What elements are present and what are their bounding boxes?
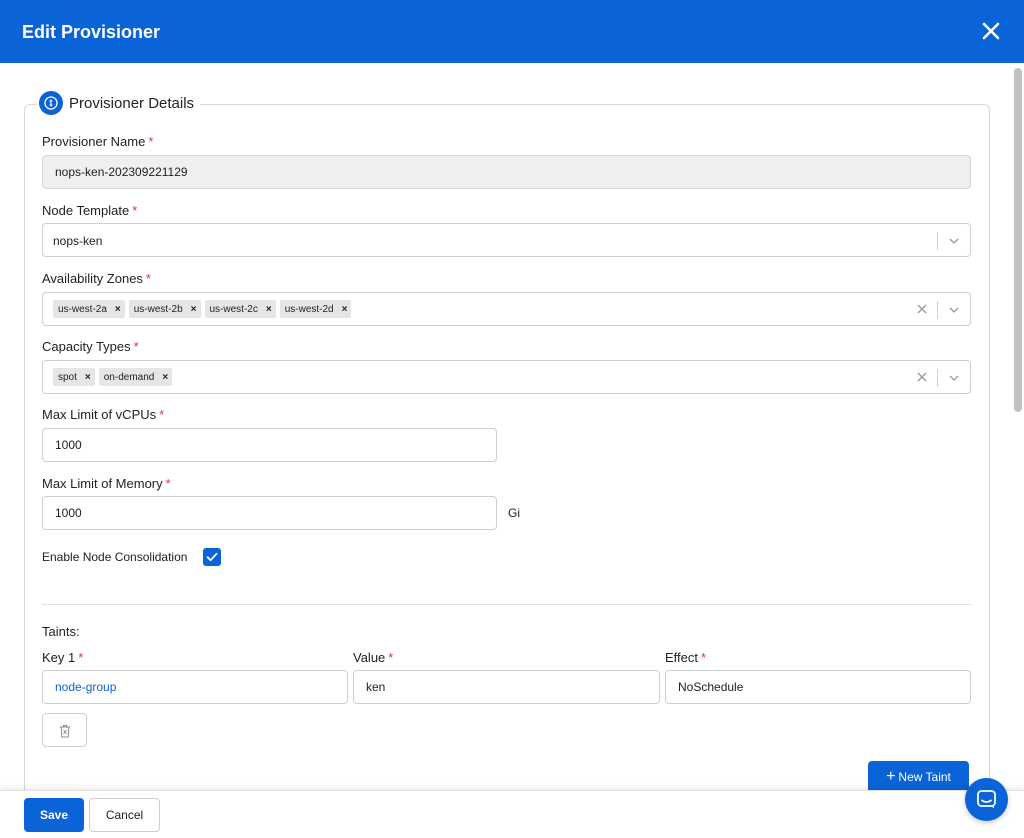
modal-header: Edit Provisioner [0, 0, 1024, 63]
availability-zones-label: Availability Zones * [42, 271, 151, 286]
delete-taint-button[interactable] [42, 713, 87, 747]
label-text: Value [353, 650, 386, 665]
cancel-button[interactable]: Cancel [89, 798, 160, 832]
info-badge-icon [39, 91, 63, 115]
max-vcpus-value: 1000 [55, 438, 82, 452]
chip-remove-icon[interactable]: × [85, 372, 91, 383]
taint-effect-input[interactable]: NoSchedule [665, 670, 971, 704]
chip-remove-icon[interactable]: × [266, 304, 272, 315]
taint-key-value: node-group [55, 680, 117, 694]
select-separator [937, 301, 938, 319]
close-icon [982, 22, 1000, 40]
max-vcpus-input[interactable]: 1000 [42, 428, 497, 462]
required-mark: * [388, 650, 394, 665]
taint-value-input[interactable]: ken [353, 670, 660, 704]
clear-icon[interactable] [916, 371, 928, 383]
label-text: Provisioner Name [42, 134, 146, 149]
label-text: Max Limit of vCPUs [42, 407, 157, 422]
max-memory-label: Max Limit of Memory * [42, 476, 171, 491]
new-taint-button[interactable]: + New Taint [868, 761, 969, 793]
memory-unit: Gi [508, 506, 520, 520]
required-mark: * [701, 650, 707, 665]
section-legend: Provisioner Details [36, 90, 201, 116]
chip-label: us-west-2d [284, 303, 334, 315]
max-vcpus-label: Max Limit of vCPUs * [42, 407, 164, 422]
capacity-chip: spot × [53, 368, 95, 386]
chat-icon [977, 790, 996, 809]
capacity-types-select[interactable]: spot × on-demand × [42, 360, 971, 394]
chip-label: us-west-2c [209, 303, 258, 315]
node-template-value: nops-ken [53, 234, 103, 248]
label-text: Node Template [42, 203, 130, 218]
zone-chip: us-west-2b × [128, 300, 201, 318]
zone-chip: us-west-2d × [279, 300, 352, 318]
chip-remove-icon[interactable]: × [342, 304, 348, 315]
taint-effect-label: Effect * [665, 650, 706, 665]
chip-label: spot [58, 371, 77, 383]
required-mark: * [133, 339, 139, 354]
required-mark: * [132, 203, 138, 218]
chevron-down-icon[interactable] [948, 304, 960, 316]
required-mark: * [148, 134, 154, 149]
zone-chip: us-west-2a × [53, 300, 125, 318]
chevron-down-icon[interactable] [948, 235, 960, 247]
taint-key-input[interactable]: node-group [42, 670, 348, 704]
modal-title: Edit Provisioner [22, 22, 161, 42]
capacity-types-label: Capacity Types * [42, 339, 139, 354]
chip-label: us-west-2a [58, 303, 107, 315]
taint-value-label: Value * [353, 650, 393, 665]
chip-remove-icon[interactable]: × [191, 304, 197, 315]
select-separator [937, 232, 938, 250]
required-mark: * [145, 271, 151, 286]
chat-launcher-button[interactable] [965, 778, 1008, 821]
provisioner-name-label: Provisioner Name * [42, 134, 153, 149]
taint-effect-value: NoSchedule [678, 680, 744, 694]
max-memory-value: 1000 [55, 506, 82, 520]
provisioner-details-section [24, 104, 990, 824]
chevron-down-icon[interactable] [948, 372, 960, 384]
consolidation-checkbox[interactable] [203, 548, 221, 566]
save-button[interactable]: Save [24, 798, 84, 832]
trash-icon [60, 725, 70, 738]
chip-label: us-west-2b [133, 303, 183, 315]
node-template-select[interactable]: nops-ken [42, 223, 971, 257]
taints-title: Taints: [42, 624, 80, 639]
capacity-chip: on-demand × [98, 368, 173, 386]
clear-icon[interactable] [916, 303, 928, 315]
provisioner-name-value: nops-ken-202309221129 [55, 165, 188, 179]
chip-label: on-demand [103, 371, 155, 383]
section-title: Provisioner Details [69, 94, 195, 112]
capacity-chips: spot × on-demand × [53, 368, 173, 386]
required-mark: * [159, 407, 165, 422]
required-mark: * [165, 476, 171, 491]
divider [42, 604, 971, 605]
label-text: Effect [665, 650, 699, 665]
provisioner-name-input[interactable]: nops-ken-202309221129 [42, 155, 971, 189]
select-separator [937, 369, 938, 387]
taint-value-value: ken [366, 680, 386, 694]
zone-chip: us-west-2c × [204, 300, 276, 318]
availability-zones-select[interactable]: us-west-2a × us-west-2b × us-west-2c × us-w… [42, 292, 971, 326]
max-memory-input[interactable]: 1000 [42, 496, 497, 530]
close-button[interactable] [980, 20, 1002, 42]
new-taint-label: New Taint [898, 770, 951, 784]
label-text: Availability Zones [42, 271, 143, 286]
chip-remove-icon[interactable]: × [115, 304, 121, 315]
chip-remove-icon[interactable]: × [162, 372, 168, 383]
check-icon [206, 552, 218, 562]
label-text: Max Limit of Memory [42, 476, 163, 491]
scrollbar[interactable] [1014, 68, 1022, 412]
node-template-label: Node Template * [42, 203, 137, 218]
zone-chips: us-west-2a × us-west-2b × us-west-2c × us-w… [53, 300, 352, 318]
consolidation-label: Enable Node Consolidation [42, 550, 188, 564]
required-mark: * [78, 650, 84, 665]
plus-icon: + [886, 768, 896, 785]
label-text: Capacity Types [42, 339, 131, 354]
label-text: Key 1 [42, 650, 76, 665]
taint-key-label: Key 1 * [42, 650, 83, 665]
